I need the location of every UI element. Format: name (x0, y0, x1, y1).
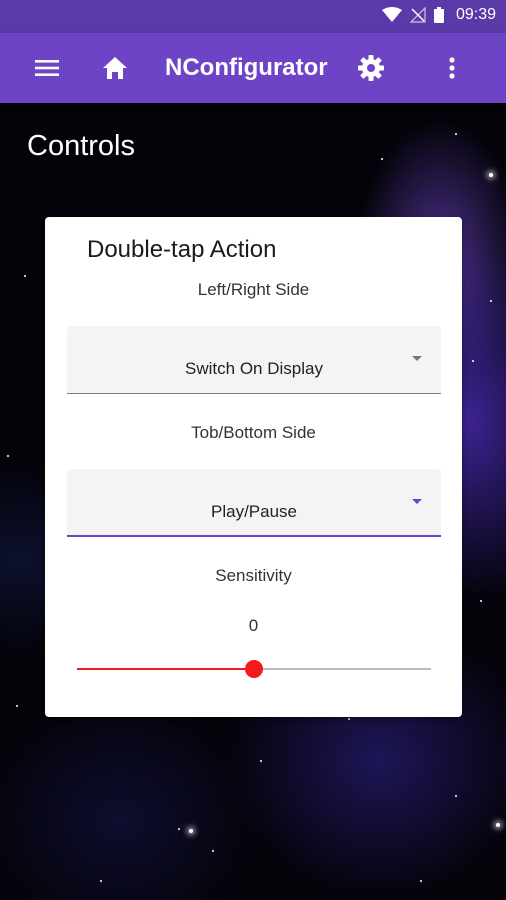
page-title: Controls (27, 130, 135, 162)
star (489, 173, 493, 177)
left-right-dropdown[interactable]: Switch On Display (67, 326, 441, 394)
status-bar: 09:39 (0, 0, 506, 33)
star (496, 823, 500, 827)
battery-icon (433, 7, 444, 23)
star (178, 828, 180, 830)
star (260, 760, 262, 762)
card-title: Double-tap Action (87, 236, 277, 263)
star (100, 880, 102, 882)
star (381, 158, 383, 160)
wifi-icon (381, 7, 402, 22)
top-bottom-dropdown[interactable]: Play/Pause (67, 469, 441, 537)
star (348, 718, 350, 720)
sensitivity-slider[interactable] (77, 657, 431, 681)
status-time: 09:39 (455, 6, 496, 23)
star (480, 600, 482, 602)
star (212, 850, 214, 852)
top-bottom-label: Tob/Bottom Side (191, 423, 316, 442)
sensitivity-value: 0 (248, 616, 259, 635)
star (455, 795, 457, 797)
menu-button[interactable] (28, 33, 66, 103)
no-signal-icon (409, 7, 426, 23)
gear-icon (358, 55, 384, 81)
overflow-menu-button[interactable] (440, 33, 464, 103)
star (472, 360, 474, 362)
slider-track-active (77, 668, 254, 670)
star (189, 829, 193, 833)
dropdown-arrow-icon (412, 499, 422, 504)
settings-button[interactable] (352, 33, 390, 103)
slider-thumb[interactable] (245, 660, 263, 678)
star (16, 705, 18, 707)
home-button[interactable] (96, 33, 134, 103)
left-right-label: Left/Right Side (197, 280, 310, 299)
app-title: NConfigurator (165, 54, 328, 81)
app-bar: NConfigurator (0, 33, 506, 103)
hamburger-menu-icon (35, 60, 59, 76)
double-tap-card: Double-tap Action Left/Right Side Switch… (45, 217, 462, 717)
left-right-selected-value: Switch On Display (185, 359, 323, 378)
more-vert-icon (449, 57, 455, 79)
star (7, 455, 9, 457)
home-icon (103, 57, 127, 79)
top-bottom-selected-value: Play/Pause (211, 502, 297, 521)
sensitivity-label: Sensitivity (215, 566, 292, 585)
dropdown-arrow-icon (412, 356, 422, 361)
star (420, 880, 422, 882)
star (455, 133, 457, 135)
star (24, 275, 26, 277)
star (490, 300, 492, 302)
